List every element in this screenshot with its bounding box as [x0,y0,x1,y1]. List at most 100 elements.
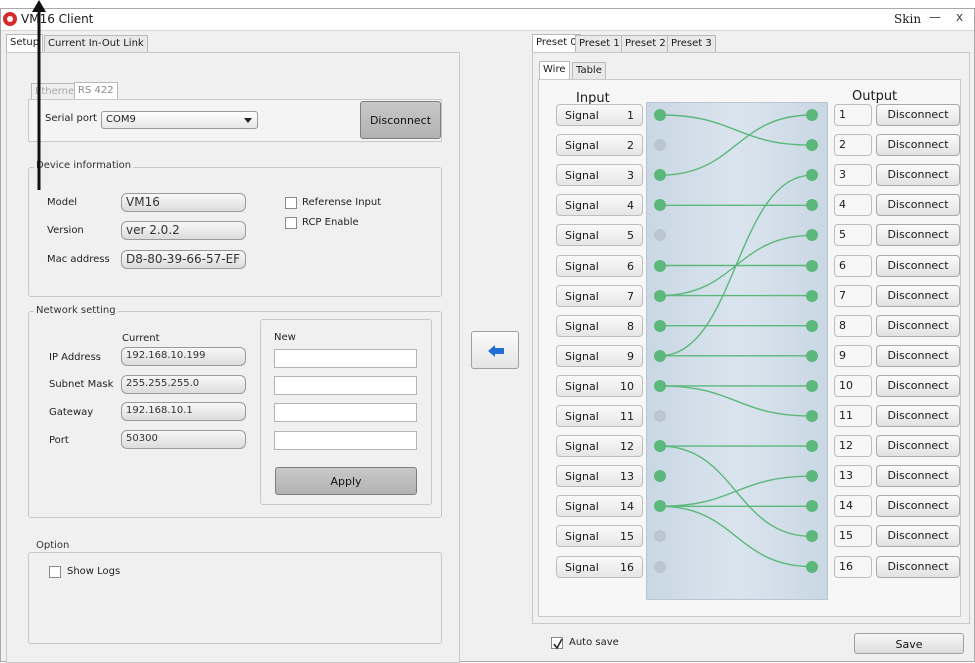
output-port-dot[interactable] [806,560,818,573]
input-signal-button[interactable]: Signal 1 [556,104,643,126]
output-port-dot[interactable] [806,319,818,332]
output-disconnect-button[interactable]: Disconnect [876,435,960,458]
output-number: 7 [834,284,872,307]
tab-preset-0[interactable]: Preset 0 [532,34,581,52]
input-signal-button[interactable]: Signal 15 [556,525,643,548]
routing-wire [659,505,813,568]
annotation-arrow [32,0,46,190]
output-disconnect-button[interactable]: Disconnect [876,164,960,187]
rcp-enable-checkbox[interactable] [285,217,297,229]
input-port-dot[interactable] [654,560,666,573]
input-port-dot[interactable] [654,319,666,332]
output-number: 15 [834,525,872,548]
input-signal-label: Signal [565,169,599,183]
input-signal-button[interactable]: Signal 4 [556,194,643,217]
input-port-dot[interactable] [654,259,666,272]
input-port-dot[interactable] [654,139,666,152]
input-number: 1 [627,109,634,122]
checkmark-icon [553,638,563,650]
output-disconnect-button[interactable]: Disconnect [876,254,960,277]
input-signal-button[interactable]: Signal 9 [556,344,643,367]
disconnect-button[interactable]: Disconnect [360,101,441,139]
output-disconnect-button[interactable]: Disconnect [876,555,960,578]
output-number: 13 [834,465,872,488]
tab-current-in-out-link[interactable]: Current In-Out Link [44,35,148,52]
routing-wire [659,114,813,146]
version-value: ver 2.0.2 [121,221,246,240]
output-disconnect-button[interactable]: Disconnect [876,525,960,548]
gateway-input[interactable] [274,403,417,422]
output-port-dot[interactable] [806,109,818,121]
output-disconnect-button[interactable]: Disconnect [876,495,960,518]
input-port-dot[interactable] [654,109,666,121]
tab-table[interactable]: Table [572,62,606,79]
output-port-dot[interactable] [806,410,818,422]
input-number: 11 [620,410,634,423]
output-number: 8 [834,314,872,337]
arrow-left-icon [488,345,504,357]
output-disconnect-button[interactable]: Disconnect [876,344,960,367]
output-number: 4 [834,194,872,217]
input-signal-button[interactable]: Signal 13 [556,465,643,488]
output-disconnect-button[interactable]: Disconnect [876,374,960,397]
subnet-mask-input[interactable] [274,376,417,395]
port-input[interactable] [274,431,417,450]
input-signal-button[interactable]: Signal 14 [556,495,643,518]
output-disconnect-button[interactable]: Disconnect [876,104,960,126]
ip-address-value: 192.168.10.199 [121,347,246,366]
output-disconnect-button[interactable]: Disconnect [876,314,960,337]
output-disconnect-button[interactable]: Disconnect [876,465,960,488]
input-signal-button[interactable]: Signal 6 [556,254,643,277]
model-value: VM16 [121,193,246,212]
save-button[interactable]: Save [854,633,964,654]
title-bar: VM16 Client Skin — x [1,9,974,31]
input-signal-button[interactable]: Signal 2 [556,134,643,157]
ip-address-input[interactable] [274,349,417,368]
auto-save-checkbox[interactable] [551,637,563,650]
output-port-dot[interactable] [806,349,818,362]
tab-rs422[interactable]: RS 422 [74,82,118,100]
skin-menu[interactable]: Skin [894,12,921,26]
output-port-dot[interactable] [806,440,818,453]
output-disconnect-button[interactable]: Disconnect [876,405,960,427]
input-port-dot[interactable] [654,440,666,453]
output-disconnect-button[interactable]: Disconnect [876,134,960,157]
input-port-dot[interactable] [654,379,666,392]
input-signal-label: Signal [565,319,599,333]
tab-preset-3[interactable]: Preset 3 [667,35,716,52]
input-signal-button[interactable]: Signal 10 [556,374,643,397]
input-signal-button[interactable]: Signal 11 [556,405,643,427]
output-disconnect-button[interactable]: Disconnect [876,284,960,307]
input-port-dot[interactable] [654,349,666,362]
input-number: 16 [620,560,634,574]
input-port-dot[interactable] [654,410,666,422]
output-port-dot[interactable] [806,259,818,272]
output-port-dot[interactable] [806,289,818,302]
input-signal-button[interactable]: Signal 7 [556,284,643,307]
network-setting-title: Network setting [34,305,118,316]
reference-input-checkbox[interactable] [285,197,297,209]
mac-address-value: D8-80-39-66-57-EF [121,250,246,269]
show-logs-label: Show Logs [67,566,121,577]
serial-port-select[interactable]: COM9 [101,111,258,129]
input-port-dot[interactable] [654,289,666,302]
transfer-button[interactable] [471,331,519,369]
output-port-dot[interactable] [806,139,818,152]
tab-wire[interactable]: Wire [539,61,570,79]
app-window: VM16 Client Skin — x Setup Current In-Ou… [0,8,975,663]
apply-button[interactable]: Apply [275,467,417,495]
tab-preset-1[interactable]: Preset 1 [575,35,624,52]
input-signal-button[interactable]: Signal 8 [556,314,643,337]
input-signal-button[interactable]: Signal 5 [556,224,643,247]
output-disconnect-button[interactable]: Disconnect [876,194,960,217]
minimize-button[interactable]: — [929,10,941,24]
output-port-dot[interactable] [806,379,818,392]
input-signal-button[interactable]: Signal 3 [556,164,643,187]
output-disconnect-button[interactable]: Disconnect [876,224,960,247]
close-button[interactable]: x [956,10,963,24]
input-signal-button[interactable]: Signal 12 [556,435,643,458]
input-signal-button[interactable]: Signal 16 [556,555,643,578]
tab-preset-2[interactable]: Preset 2 [621,35,670,52]
gateway-label: Gateway [49,407,94,418]
show-logs-checkbox[interactable] [49,566,61,578]
